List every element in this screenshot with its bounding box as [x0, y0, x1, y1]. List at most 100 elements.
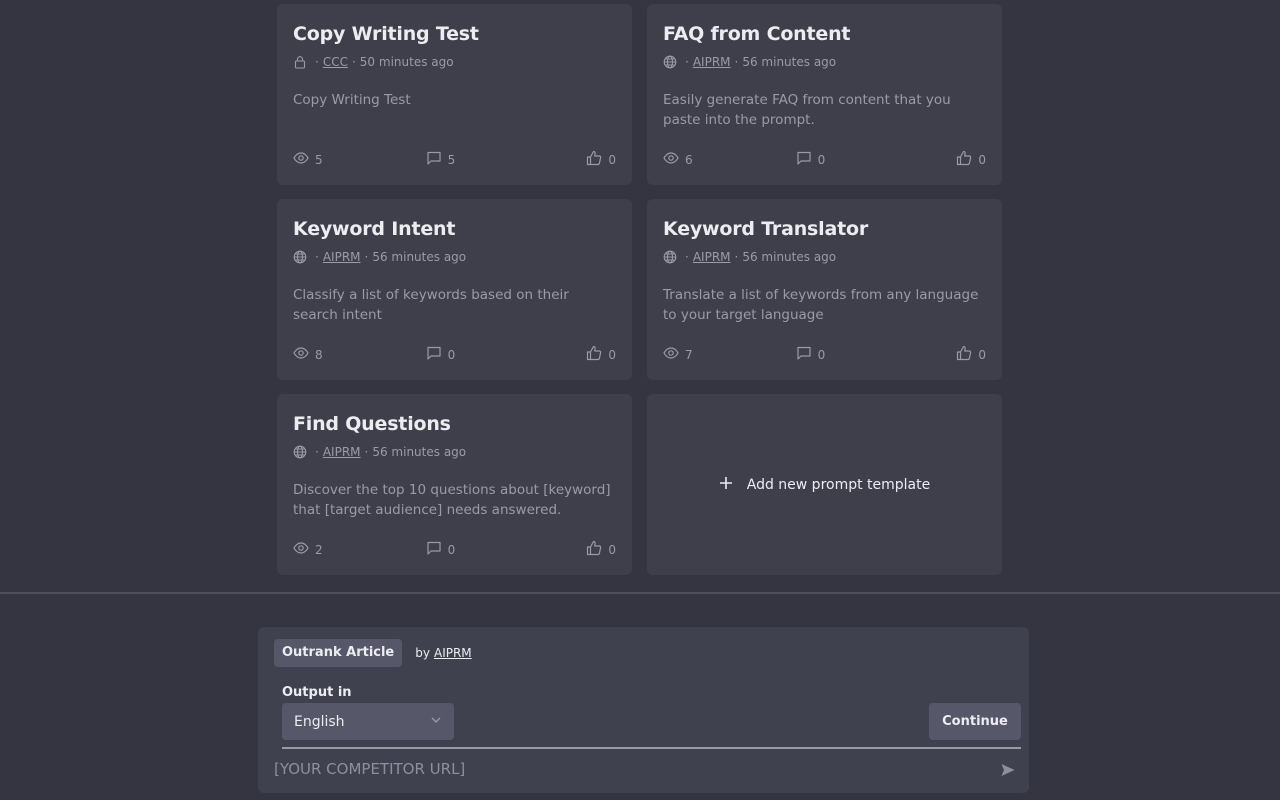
- card-description: Copy Writing Test: [293, 92, 411, 108]
- card-meta: · AIPRM · 56 minutes ago: [663, 248, 986, 266]
- meta-separator: ·: [315, 250, 319, 264]
- comments-count: 0: [817, 347, 826, 362]
- card-time: 56 minutes ago: [742, 55, 837, 69]
- card-description: Classify a list of keywords based on the…: [293, 287, 569, 323]
- add-prompt-template-label: Add new prompt template: [746, 476, 931, 493]
- views-count: 7: [685, 347, 693, 362]
- views-count: 5: [315, 152, 323, 167]
- divider: [0, 592, 1280, 594]
- meta-separator: ·: [315, 445, 319, 459]
- comments-stat: 0: [796, 345, 826, 364]
- card-description: Easily generate FAQ from content that yo…: [663, 92, 951, 128]
- card-title: Keyword Translator: [663, 218, 868, 240]
- comment-icon: [426, 540, 442, 559]
- views-stat: 6: [663, 150, 693, 169]
- card-time: 56 minutes ago: [372, 445, 467, 459]
- lock-icon: [293, 55, 307, 69]
- prompt-template-grid: Copy Writing Test · CCC · 50 minutes ago…: [277, 4, 1002, 575]
- prompt-input[interactable]: [274, 757, 974, 781]
- chevron-down-icon: [430, 714, 442, 730]
- author-link[interactable]: AIPRM: [323, 250, 361, 264]
- views-stat: 2: [293, 540, 323, 559]
- eye-icon: [293, 345, 309, 364]
- views-stat: 8: [293, 345, 323, 364]
- views-count: 8: [315, 347, 323, 362]
- meta-separator: ·: [364, 250, 369, 264]
- comment-icon: [796, 150, 812, 169]
- card-stats: 2 0 0: [293, 540, 616, 559]
- views-stat: 5: [293, 150, 323, 169]
- comment-icon: [426, 150, 442, 169]
- thumbs-up-icon: [586, 540, 602, 559]
- prompt-card[interactable]: FAQ from Content · AIPRM · 56 minutes ag…: [647, 4, 1002, 185]
- meta-separator: ·: [315, 55, 319, 69]
- card-description: Discover the top 10 questions about [key…: [293, 482, 611, 518]
- comments-count: 0: [447, 542, 456, 557]
- selected-template-row: Outrank Article by AIPRM: [274, 639, 472, 667]
- prompt-card[interactable]: Find Questions · AIPRM · 56 minutes ago …: [277, 394, 632, 575]
- output-language-label: Output in: [282, 685, 352, 700]
- like-button[interactable]: 0: [586, 150, 616, 169]
- add-prompt-template-button[interactable]: Add new prompt template: [647, 394, 1002, 575]
- card-title: Copy Writing Test: [293, 23, 479, 45]
- card-time: 56 minutes ago: [742, 250, 837, 264]
- comments-count: 0: [817, 152, 826, 167]
- eye-icon: [663, 150, 679, 169]
- meta-separator: ·: [685, 250, 689, 264]
- author-link[interactable]: AIPRM: [693, 55, 731, 69]
- input-divider: [282, 747, 1021, 749]
- globe-icon: [293, 445, 307, 459]
- like-button[interactable]: 0: [956, 345, 986, 364]
- prompt-card[interactable]: Keyword Intent · AIPRM · 56 minutes ago …: [277, 199, 632, 380]
- card-title: FAQ from Content: [663, 23, 851, 45]
- output-language-select[interactable]: English: [282, 703, 454, 740]
- prompt-card[interactable]: Copy Writing Test · CCC · 50 minutes ago…: [277, 4, 632, 185]
- like-button[interactable]: 0: [586, 540, 616, 559]
- template-author-link[interactable]: AIPRM: [434, 646, 472, 660]
- card-meta: · CCC · 50 minutes ago: [293, 53, 616, 71]
- author-link[interactable]: AIPRM: [693, 250, 731, 264]
- comments-count: 0: [447, 347, 456, 362]
- card-time: 56 minutes ago: [372, 250, 467, 264]
- author-link[interactable]: CCC: [323, 55, 348, 69]
- thumbs-up-icon: [586, 345, 602, 364]
- selected-template-badge[interactable]: Outrank Article: [274, 639, 403, 667]
- comment-icon: [426, 345, 442, 364]
- prompt-composer: Outrank Article by AIPRM Output in Englis…: [258, 627, 1029, 793]
- card-stats: 7 0 0: [663, 345, 986, 364]
- selected-language: English: [294, 713, 345, 730]
- likes-count: 0: [978, 347, 986, 362]
- meta-separator: ·: [351, 55, 356, 69]
- plus-icon: [719, 476, 733, 494]
- author-credit: by AIPRM: [415, 646, 471, 660]
- globe-icon: [293, 250, 307, 264]
- like-button[interactable]: 0: [956, 150, 986, 169]
- meta-separator: ·: [685, 55, 689, 69]
- prompt-card[interactable]: Keyword Translator · AIPRM · 56 minutes …: [647, 199, 1002, 380]
- card-meta: · AIPRM · 56 minutes ago: [293, 248, 616, 266]
- by-label: by: [415, 646, 430, 660]
- author-link[interactable]: AIPRM: [323, 445, 361, 459]
- likes-count: 0: [978, 152, 986, 167]
- send-icon: [1001, 764, 1015, 776]
- like-button[interactable]: 0: [586, 345, 616, 364]
- card-stats: 5 5 0: [293, 150, 616, 169]
- likes-count: 0: [608, 152, 616, 167]
- comments-count: 5: [447, 152, 456, 167]
- globe-icon: [663, 250, 677, 264]
- meta-separator: ·: [734, 55, 739, 69]
- card-description: Translate a list of keywords from any la…: [663, 287, 979, 323]
- comments-stat: 0: [796, 150, 826, 169]
- card-title: Keyword Intent: [293, 218, 456, 240]
- comments-stat: 5: [426, 150, 456, 169]
- meta-separator: ·: [734, 250, 739, 264]
- card-stats: 8 0 0: [293, 345, 616, 364]
- eye-icon: [293, 540, 309, 559]
- meta-separator: ·: [364, 445, 369, 459]
- send-button[interactable]: [999, 761, 1017, 779]
- comment-icon: [796, 345, 812, 364]
- thumbs-up-icon: [956, 345, 972, 364]
- thumbs-up-icon: [956, 150, 972, 169]
- card-title: Find Questions: [293, 413, 451, 435]
- continue-button[interactable]: Continue: [929, 703, 1021, 740]
